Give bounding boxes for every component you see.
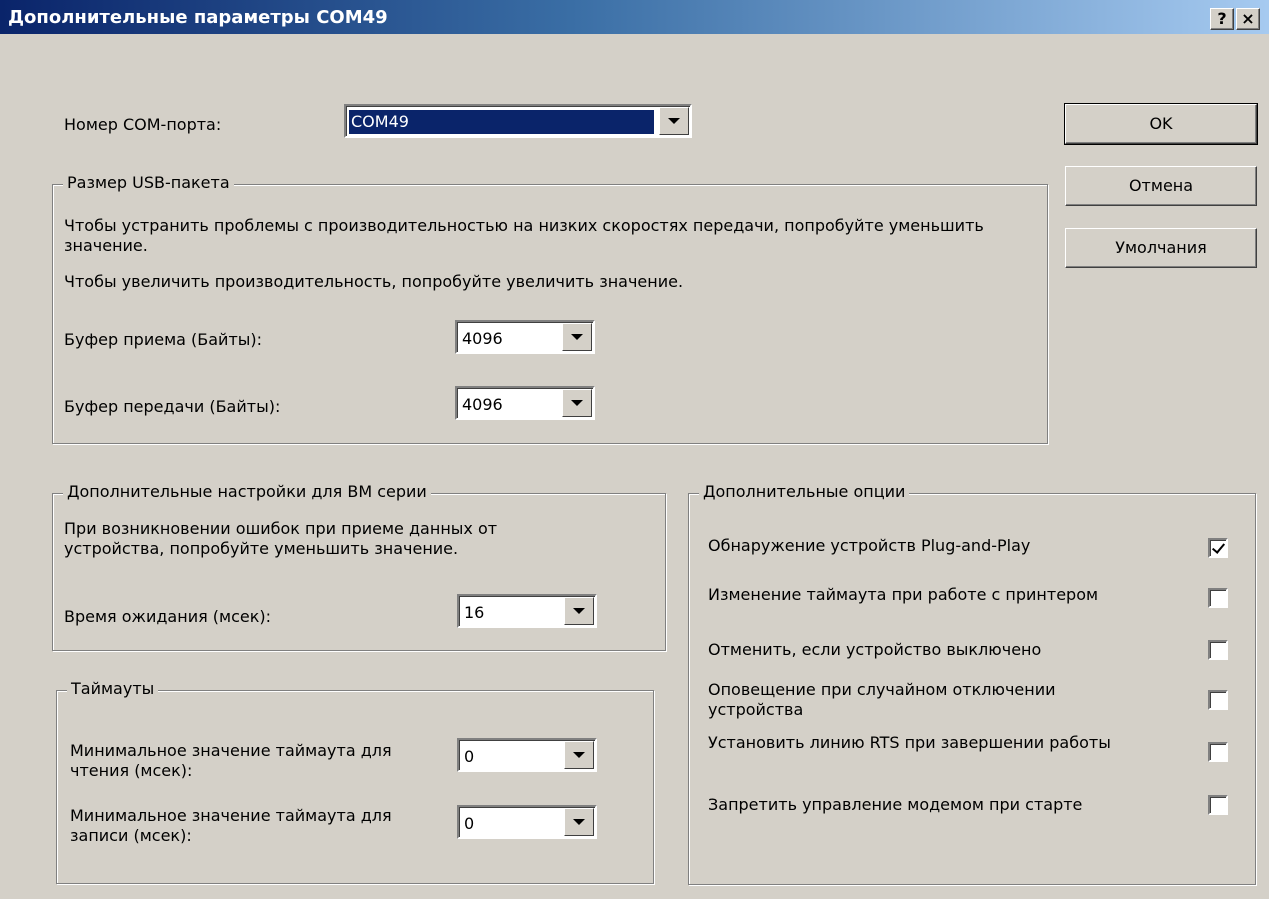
help-button[interactable]: ?	[1210, 8, 1234, 30]
option-cancel-poweroff-label: Отменить, если устройство выключено	[708, 640, 1042, 659]
chevron-down-icon[interactable]	[562, 323, 592, 351]
rx-buffer-value: 4096	[462, 329, 503, 348]
read-timeout-label: Минимальное значение таймаута для чтения…	[70, 741, 392, 780]
tx-buffer-select[interactable]: 4096	[455, 386, 595, 420]
read-timeout-select[interactable]: 0	[457, 738, 597, 772]
window-title: Дополнительные параметры COM49	[8, 7, 388, 28]
cancel-button[interactable]: Отмена	[1065, 166, 1257, 206]
chevron-down-icon[interactable]	[564, 808, 594, 836]
advanced-settings-dialog: Дополнительные параметры COM49 ? × Номер…	[0, 0, 1269, 899]
chevron-down-icon[interactable]	[564, 597, 594, 625]
option-cancel-poweroff-checkbox[interactable]	[1208, 640, 1228, 660]
option-rts-close-checkbox[interactable]	[1208, 742, 1228, 762]
tx-buffer-label: Буфер передачи (Байты):	[64, 397, 281, 416]
latency-select[interactable]: 16	[457, 594, 597, 628]
latency-value: 16	[464, 603, 485, 622]
chevron-down-icon[interactable]	[564, 741, 594, 769]
usb-packet-desc1: Чтобы устранить проблемы с производитель…	[64, 216, 984, 255]
com-port-label: Номер COM-порта:	[64, 115, 222, 134]
write-timeout-value: 0	[464, 814, 475, 833]
close-button[interactable]: ×	[1236, 8, 1260, 30]
bm-settings-legend: Дополнительные настройки для BM серии	[63, 482, 431, 501]
option-surprise-removal-label: Оповещение при случайном отключении устр…	[708, 680, 1056, 719]
timeouts-legend: Таймауты	[67, 679, 159, 698]
usb-packet-desc2: Чтобы увеличить производительность, попр…	[64, 272, 684, 291]
latency-label: Время ожидания (мсек):	[64, 607, 272, 626]
rx-buffer-label: Буфер приема (Байты):	[64, 330, 263, 349]
option-modem-ctrl-label: Запретить управление модемом при старте	[708, 795, 1083, 814]
write-timeout-select[interactable]: 0	[457, 805, 597, 839]
bm-settings-desc: При возникновении ошибок при приеме данн…	[64, 519, 498, 558]
com-port-select[interactable]: COM49	[344, 104, 692, 138]
option-pnp-label: Обнаружение устройств Plug-and-Play	[708, 536, 1031, 555]
title-bar[interactable]: Дополнительные параметры COM49 ? ×	[0, 0, 1269, 34]
read-timeout-value: 0	[464, 747, 475, 766]
rx-buffer-select[interactable]: 4096	[455, 320, 595, 354]
option-modem-ctrl-checkbox[interactable]	[1208, 795, 1228, 815]
com-port-value: COM49	[349, 110, 654, 134]
chevron-down-icon[interactable]	[562, 389, 592, 417]
option-printer-timeout-checkbox[interactable]	[1208, 588, 1228, 608]
option-pnp-checkbox[interactable]	[1208, 538, 1228, 558]
tx-buffer-value: 4096	[462, 395, 503, 414]
write-timeout-label: Минимальное значение таймаута для записи…	[70, 806, 392, 845]
ok-button[interactable]: OK	[1064, 103, 1258, 145]
option-rts-close-label: Установить линию RTS при завершении рабо…	[708, 733, 1111, 752]
usb-packet-legend: Размер USB-пакета	[63, 173, 234, 192]
defaults-button[interactable]: Умолчания	[1065, 228, 1257, 268]
option-printer-timeout-label: Изменение таймаута при работе с принтеро…	[708, 585, 1099, 604]
timeouts-group: Таймауты	[56, 679, 654, 884]
options-legend: Дополнительные опции	[699, 482, 910, 501]
option-surprise-removal-checkbox[interactable]	[1208, 690, 1228, 710]
chevron-down-icon[interactable]	[659, 107, 689, 135]
